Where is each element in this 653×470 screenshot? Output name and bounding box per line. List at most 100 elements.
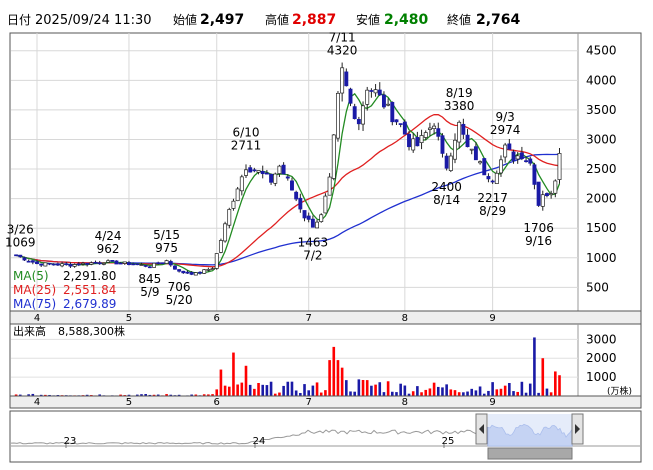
candle-body (436, 128, 441, 137)
annotation-date: 4/24 (95, 229, 122, 243)
candle-body (457, 121, 462, 143)
candle-body (164, 260, 169, 264)
price-annotation: 8455/9 (138, 272, 161, 299)
annotation-value: 2711 (231, 139, 262, 153)
candle-body (47, 262, 52, 265)
price-annotation: 24008/14 (431, 180, 462, 207)
candle-body (461, 123, 466, 135)
candle-body (227, 209, 232, 226)
annotation-value: 2217 (477, 191, 508, 205)
candle-body (248, 167, 253, 173)
candle-body (494, 172, 499, 184)
candle-body (239, 176, 244, 192)
annotation-value: 845 (138, 272, 161, 286)
annotation-date: 5/20 (166, 293, 193, 307)
low-label: 安値 (356, 12, 380, 27)
close-label: 終値 (447, 12, 471, 27)
annotation-value: 1069 (5, 236, 36, 250)
volume-bar (403, 385, 407, 396)
candle-body (97, 262, 102, 265)
candle-body (122, 261, 127, 264)
candle-body (198, 271, 202, 274)
volume-bar (269, 381, 273, 396)
candle-body (235, 188, 240, 202)
navigator-right-handle[interactable] (571, 413, 584, 445)
volume-bar (503, 385, 507, 396)
volume-bar (307, 390, 310, 396)
candle-body (361, 105, 365, 125)
volume-tick-label: 2000 (586, 351, 617, 365)
candle-body (277, 165, 282, 174)
volume-bar (382, 392, 386, 396)
candle-body (557, 153, 562, 180)
candle-body (139, 264, 144, 266)
navigator-window[interactable] (488, 414, 572, 446)
date-tick-label: 7 (306, 313, 312, 324)
candle-body (511, 151, 516, 161)
candle-body (223, 223, 228, 242)
ma5-legend-value: 2,291.80 (63, 269, 116, 283)
volume-bar (223, 385, 227, 396)
volume-label: 出来高 (13, 324, 46, 338)
candle-body (352, 106, 357, 120)
annotation-date: 9/3 (496, 110, 515, 124)
volume-bar (508, 383, 511, 396)
price-tick-label: 500 (586, 280, 609, 294)
candle-body (127, 262, 131, 266)
candle-body (478, 161, 483, 164)
candle-body (369, 90, 374, 92)
candle-body (218, 240, 223, 253)
candle-body (306, 215, 311, 220)
candle-body (252, 169, 257, 172)
navigator-left-handle[interactable] (475, 413, 488, 445)
price-tick-label: 1500 (586, 221, 617, 235)
volume-bar (395, 392, 398, 396)
candle-body (386, 103, 391, 106)
navigator-scrollbar-thumb[interactable] (487, 447, 573, 460)
volume-bar (386, 381, 390, 396)
candle-body (172, 265, 177, 270)
volume-bar (311, 385, 315, 396)
candle-body (177, 269, 182, 272)
candle-body (35, 261, 39, 265)
candle-body (273, 173, 278, 184)
annotation-value: 1463 (298, 235, 329, 249)
open-value: 2,497 (200, 12, 244, 28)
ma-legend: MA(5) 2,291.80 MA(25) 2,551.84 MA(75) 2,… (13, 269, 116, 311)
volume-bar (516, 391, 519, 396)
annotation-date: 8/29 (479, 204, 506, 218)
candle-body (331, 134, 336, 179)
candle-body (302, 210, 307, 219)
candle-body (64, 263, 69, 266)
price-annotation: 8/193380 (444, 86, 475, 113)
candle-body (76, 263, 81, 266)
volume-bar (428, 388, 432, 396)
candle-body (210, 268, 215, 270)
volume-bar (558, 375, 561, 396)
price-annotation: 5/15975 (153, 228, 180, 255)
candle-body (152, 262, 156, 268)
candle-body (394, 119, 399, 123)
candle-body (147, 266, 152, 269)
volume-unit: (万株) (607, 385, 632, 397)
candle-body (135, 263, 140, 266)
volume-date-tick-label: 6 (214, 397, 220, 408)
candle-body (507, 143, 512, 150)
volume-bar (278, 392, 281, 396)
candle-body (402, 121, 407, 135)
volume-bar (457, 392, 461, 396)
candle-body (26, 260, 31, 263)
volume-date-axis-strip (9, 395, 642, 409)
ma5-legend-label: MA(5) (13, 269, 49, 283)
stock-chart: 日付 2025/09/24 11:30 始値 2,497 高値 2,887 安値… (5, 12, 642, 463)
candle-body (344, 71, 349, 87)
candle-body (310, 218, 315, 228)
annotation-date: 3/26 (7, 223, 34, 237)
volume-bar (520, 381, 524, 396)
candle-body (55, 263, 60, 266)
candle-body (93, 261, 98, 264)
volume-bar (374, 384, 377, 396)
price-annotation: 22178/29 (477, 191, 508, 218)
volume-bar (549, 392, 553, 396)
candle-body (482, 158, 487, 176)
